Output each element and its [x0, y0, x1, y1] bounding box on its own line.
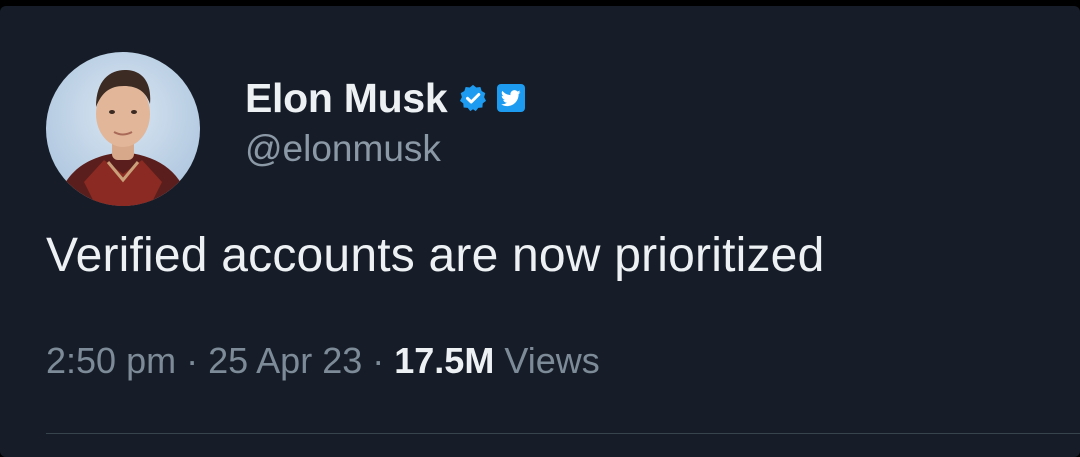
- avatar[interactable]: [46, 52, 200, 206]
- tweet-header: Elon Musk @elonmusk: [46, 52, 526, 206]
- author-identity: Elon Musk @elonmusk: [245, 74, 526, 170]
- twitter-bird-icon: [497, 84, 526, 112]
- tweet-text: Verified accounts are now prioritized: [46, 229, 825, 282]
- views-count[interactable]: 17.5M: [394, 340, 494, 381]
- divider: [46, 433, 1080, 434]
- verified-badge-icon[interactable]: [458, 83, 488, 113]
- tweet-time[interactable]: 2:50 pm: [46, 340, 176, 381]
- author-name-row: Elon Musk: [245, 74, 526, 122]
- tweet-meta: 2:50 pm · 25 Apr 23 · 17.5M Views: [46, 340, 600, 382]
- views-label: Views: [504, 340, 600, 381]
- meta-separator: ·: [186, 340, 199, 381]
- author-display-name[interactable]: Elon Musk: [245, 75, 448, 122]
- tweet-card: Elon Musk @elonmusk Verified accounts ar…: [0, 6, 1080, 457]
- tweet-date[interactable]: 25 Apr 23: [208, 340, 362, 381]
- avatar-image: [46, 52, 200, 206]
- meta-separator: ·: [372, 340, 385, 381]
- author-handle[interactable]: @elonmusk: [245, 128, 525, 170]
